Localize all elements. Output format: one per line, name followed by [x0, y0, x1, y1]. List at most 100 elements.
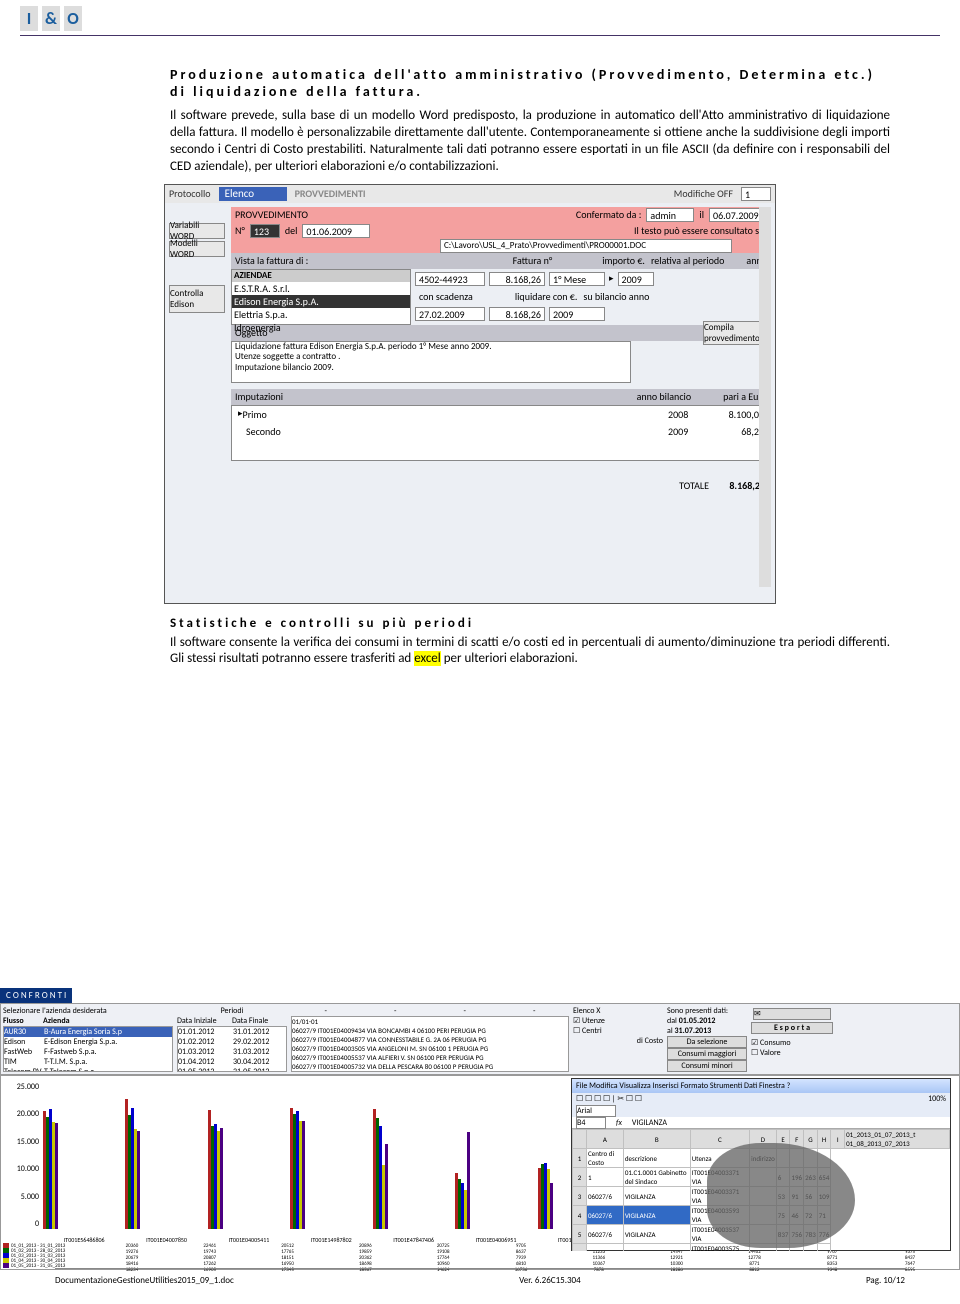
- azienda-listbox[interactable]: AZIENDAE E.S.T.R.A. S.r.l. Edison Energi…: [231, 269, 411, 325]
- dal-val: 01.05.2012: [679, 1016, 716, 1026]
- provv-row3: C:\Lavoro\USL_4_Prato\Provvedimenti\PRO0…: [231, 239, 771, 253]
- scad-val[interactable]: 27.02.2009: [415, 307, 485, 321]
- importo-label: importo €.: [602, 254, 645, 267]
- azienda-label: AZIENDAE: [232, 270, 410, 282]
- variabili-word-btn[interactable]: Variabili WORD: [169, 223, 225, 239]
- path: C:\Lavoro\USL_4_Prato\Provvedimenti\PRO0…: [440, 239, 732, 253]
- confronti-tab: C O N F R O N T I: [0, 988, 72, 1003]
- fattura-no[interactable]: 4502-44923: [415, 272, 485, 286]
- imputazioni-band: Imputazioni anno bilancio pari a Euro: [231, 389, 771, 405]
- anno-val[interactable]: 2009: [618, 272, 654, 286]
- testo-label: Il testo può essere consultato su:: [634, 224, 767, 237]
- excel-menu[interactable]: File Modifica Visualizza Inserisci Forma…: [576, 1081, 790, 1091]
- section1-body: Il software prevede, sulla base di un mo…: [170, 108, 890, 176]
- modelli-word-btn[interactable]: Modelli WORD: [169, 241, 225, 257]
- font-name[interactable]: Arial: [576, 1105, 616, 1117]
- provvedimenti-app: Protocollo Elenco PROVVEDIMENTI Modifich…: [164, 184, 776, 604]
- imp-label: Imputazioni: [235, 390, 283, 403]
- scad-label: con scadenza: [419, 290, 473, 303]
- title-strip: PROVVEDIMENTI: [295, 187, 366, 200]
- list-item[interactable]: Secondo: [246, 425, 668, 438]
- excel-menubar: File Modifica Visualizza Inserisci Forma…: [572, 1079, 950, 1093]
- scrollbar[interactable]: [759, 207, 771, 587]
- elenco-btn[interactable]: Elenco: [219, 187, 287, 201]
- excel-mark: excel: [414, 651, 441, 666]
- list-item[interactable]: Edison Energia S.p.A.: [232, 295, 410, 308]
- cons-magg-btn[interactable]: Consumi maggiori: [667, 1048, 747, 1060]
- date1[interactable]: 01.06.2009: [302, 224, 370, 238]
- chart-controls: Selezionare l'azienda desiderata FlussoA…: [0, 1003, 960, 1075]
- periodi-list[interactable]: 01.01.201231.01.201201.02.201229.02.2012…: [177, 1026, 287, 1072]
- footer-doc: DocumentazioneGestioneUtilities2015_09_1…: [55, 1275, 234, 1286]
- liq-val[interactable]: 8.168,26: [489, 307, 545, 321]
- del-label: del: [285, 224, 298, 237]
- compila-btn[interactable]: Compila provvedimento: [703, 321, 767, 345]
- anno-bil-label: anno bilancio: [637, 390, 692, 403]
- logo-o: O: [64, 6, 82, 31]
- list-item[interactable]: Elettria S.p.a.: [232, 308, 410, 321]
- esporta-btn[interactable]: E s p o r t a: [751, 1022, 833, 1034]
- consumo-radio[interactable]: Consumo: [760, 1038, 791, 1048]
- sel-label: Selezionare l'azienda desiderata: [3, 1006, 173, 1016]
- centri-check[interactable]: Centri: [582, 1026, 602, 1036]
- liq-label: liquidare con €.: [515, 290, 578, 303]
- bar-chart: 05.00010.00015.00020.00025.000 IT001E564…: [0, 1075, 960, 1270]
- protocollo-label: Protocollo: [169, 187, 211, 200]
- imp-listbox[interactable]: ▸Primo20088.100,00 Secondo200968,26: [231, 405, 771, 461]
- y-axis-labels: 05.00010.00015.00020.00025.000: [3, 1082, 39, 1229]
- left-buttons: Variabili WORD Modelli WORD Controlla Ed…: [169, 223, 225, 313]
- modifiche-value: 1: [741, 187, 771, 201]
- io-logo: I & O: [20, 6, 82, 31]
- footer-pag: Pag. 10/12: [866, 1275, 905, 1286]
- modifiche-label: Modifiche OFF: [674, 187, 733, 200]
- totale-label: TOTALE: [679, 479, 709, 492]
- al-val: 31.07.2013: [674, 1026, 711, 1036]
- cell-val[interactable]: VIGILANZA: [632, 1118, 667, 1128]
- di-costo-label: di Costo: [573, 1036, 663, 1046]
- periodo-val[interactable]: 1° Mese: [549, 272, 605, 286]
- presenti-label: Sono presenti dati:: [667, 1006, 747, 1016]
- il-label: il: [699, 208, 704, 221]
- logo-i: I: [20, 6, 38, 31]
- provv-label: PROVVEDIMENTO: [235, 208, 308, 221]
- da-selezione-btn[interactable]: Da selezione: [667, 1036, 747, 1048]
- oggetto-label: Oggetto: [235, 326, 268, 339]
- cell-ref[interactable]: B4: [576, 1117, 606, 1129]
- importo-val[interactable]: 8.168,26: [489, 272, 545, 286]
- app-topbar: Protocollo Elenco PROVVEDIMENTI Modifich…: [165, 185, 775, 203]
- excel-window: File Modifica Visualizza Inserisci Forma…: [571, 1078, 951, 1251]
- utenze-check[interactable]: Utenze: [582, 1016, 605, 1026]
- confronti-section: C O N F R O N T I Selezionare l'azienda …: [0, 984, 960, 1253]
- conf-label: Confermato da :: [576, 208, 642, 221]
- main-area: PROVVEDIMENTO Confermato da : admin il 0…: [231, 207, 771, 492]
- oggetto-text[interactable]: Liquidazione fattura Edison Energia S.p.…: [231, 341, 631, 383]
- elenco-x: Elenco X: [573, 1006, 663, 1016]
- azienda-row: AZIENDAE E.S.T.R.A. S.r.l. Edison Energi…: [231, 269, 771, 325]
- valore-radio[interactable]: Valore: [760, 1048, 781, 1058]
- controlla-edison-btn[interactable]: Controlla Edison: [169, 285, 225, 313]
- list-item[interactable]: Primo: [243, 408, 668, 421]
- section2-body: Il software consente la verifica dei con…: [170, 635, 890, 669]
- provv-row2: N° 123 del 01.06.2009 Il testo può esser…: [231, 223, 771, 239]
- page-footer: DocumentazioneGestioneUtilities2015_09_1…: [55, 1268, 905, 1286]
- page-header: I & O: [0, 0, 960, 31]
- fattura-label: Fattura n°: [513, 254, 553, 267]
- col-azienda: Azienda: [43, 1016, 70, 1026]
- page-content: Produzione automatica dell'atto amminist…: [0, 36, 960, 688]
- periodo-label: relativa al periodo: [651, 254, 724, 267]
- pods-list[interactable]: 01/01-01 06027/9 IT001E04009434 VIA BONC…: [291, 1016, 569, 1072]
- no-value[interactable]: 123: [250, 224, 280, 238]
- totale-val: 8.168,26: [709, 479, 765, 492]
- cons-min-btn[interactable]: Consumi minori: [667, 1060, 747, 1072]
- vista-label: Vista la fattura di :: [235, 254, 308, 267]
- bil-val[interactable]: 2009: [549, 307, 605, 321]
- footer-ver: Ver. 6.26C15.304: [519, 1275, 581, 1286]
- flussi-list[interactable]: AUR30B-Aura Energia Soria S.pEdisonE-Edi…: [3, 1026, 173, 1072]
- env-btn[interactable]: ✉: [753, 1008, 831, 1020]
- list-item[interactable]: E.S.T.R.A. S.r.l.: [232, 282, 410, 295]
- vista-band: Vista la fattura di : Fattura n° importo…: [231, 253, 771, 269]
- col-flusso: Flusso: [3, 1016, 43, 1026]
- zoom-level[interactable]: 100%: [928, 1094, 946, 1104]
- logo-amp: &: [42, 6, 60, 31]
- conf-value: admin: [646, 208, 694, 222]
